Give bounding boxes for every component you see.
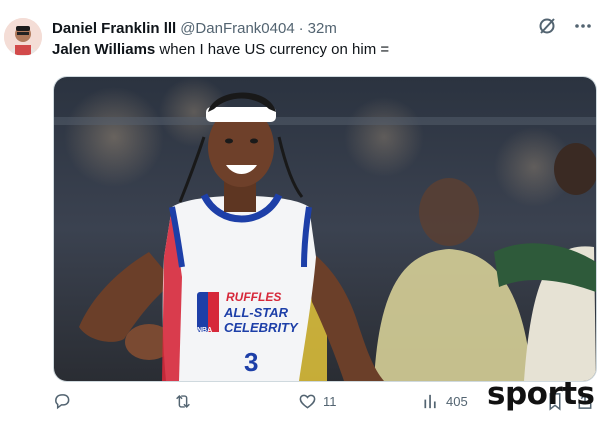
header-actions bbox=[538, 17, 592, 35]
retweet-icon bbox=[176, 395, 190, 408]
author-avatar[interactable] bbox=[4, 18, 42, 56]
author-name[interactable]: Daniel Franklin lll bbox=[52, 20, 176, 37]
watermark-logo: sports bbox=[487, 376, 595, 412]
tweet-time[interactable]: 32m bbox=[308, 20, 337, 37]
views-icon bbox=[424, 394, 436, 409]
more-options-icon[interactable] bbox=[574, 17, 592, 35]
avatar-image bbox=[4, 18, 42, 56]
media-photo: RUFFLES ALL-STAR CELEBRITY NBA 3 bbox=[54, 77, 596, 381]
views-button[interactable]: 405 bbox=[422, 392, 468, 411]
like-button[interactable]: 11 bbox=[298, 392, 337, 411]
tweet-body: when I have US currency on him = bbox=[159, 41, 390, 58]
separator-dot: · bbox=[298, 19, 304, 37]
tweet-text: Jalen Williams when I have US currency o… bbox=[52, 41, 389, 58]
jersey-line1: ALL-STAR bbox=[223, 305, 289, 320]
jersey-brand: RUFFLES bbox=[226, 290, 281, 304]
reply-button[interactable] bbox=[52, 392, 71, 411]
tweet-card: Daniel Franklin lll @DanFrank0404 · 32m … bbox=[0, 0, 604, 427]
tweet-media[interactable]: RUFFLES ALL-STAR CELEBRITY NBA 3 bbox=[53, 76, 597, 382]
grok-icon[interactable] bbox=[538, 17, 556, 35]
heart-icon bbox=[299, 394, 316, 409]
jersey-line2: CELEBRITY bbox=[224, 320, 299, 335]
tweet-mention[interactable]: Jalen Williams bbox=[52, 41, 155, 58]
author-handle[interactable]: @DanFrank0404 bbox=[180, 20, 294, 37]
jersey-league: NBA bbox=[197, 327, 212, 334]
views-count: 405 bbox=[446, 394, 468, 409]
tweet-header: Daniel Franklin lll @DanFrank0404 · 32m bbox=[52, 18, 337, 38]
jersey-number: 3 bbox=[244, 347, 258, 377]
like-count: 11 bbox=[323, 394, 337, 409]
retweet-button[interactable] bbox=[173, 392, 193, 411]
reply-icon bbox=[55, 394, 70, 410]
